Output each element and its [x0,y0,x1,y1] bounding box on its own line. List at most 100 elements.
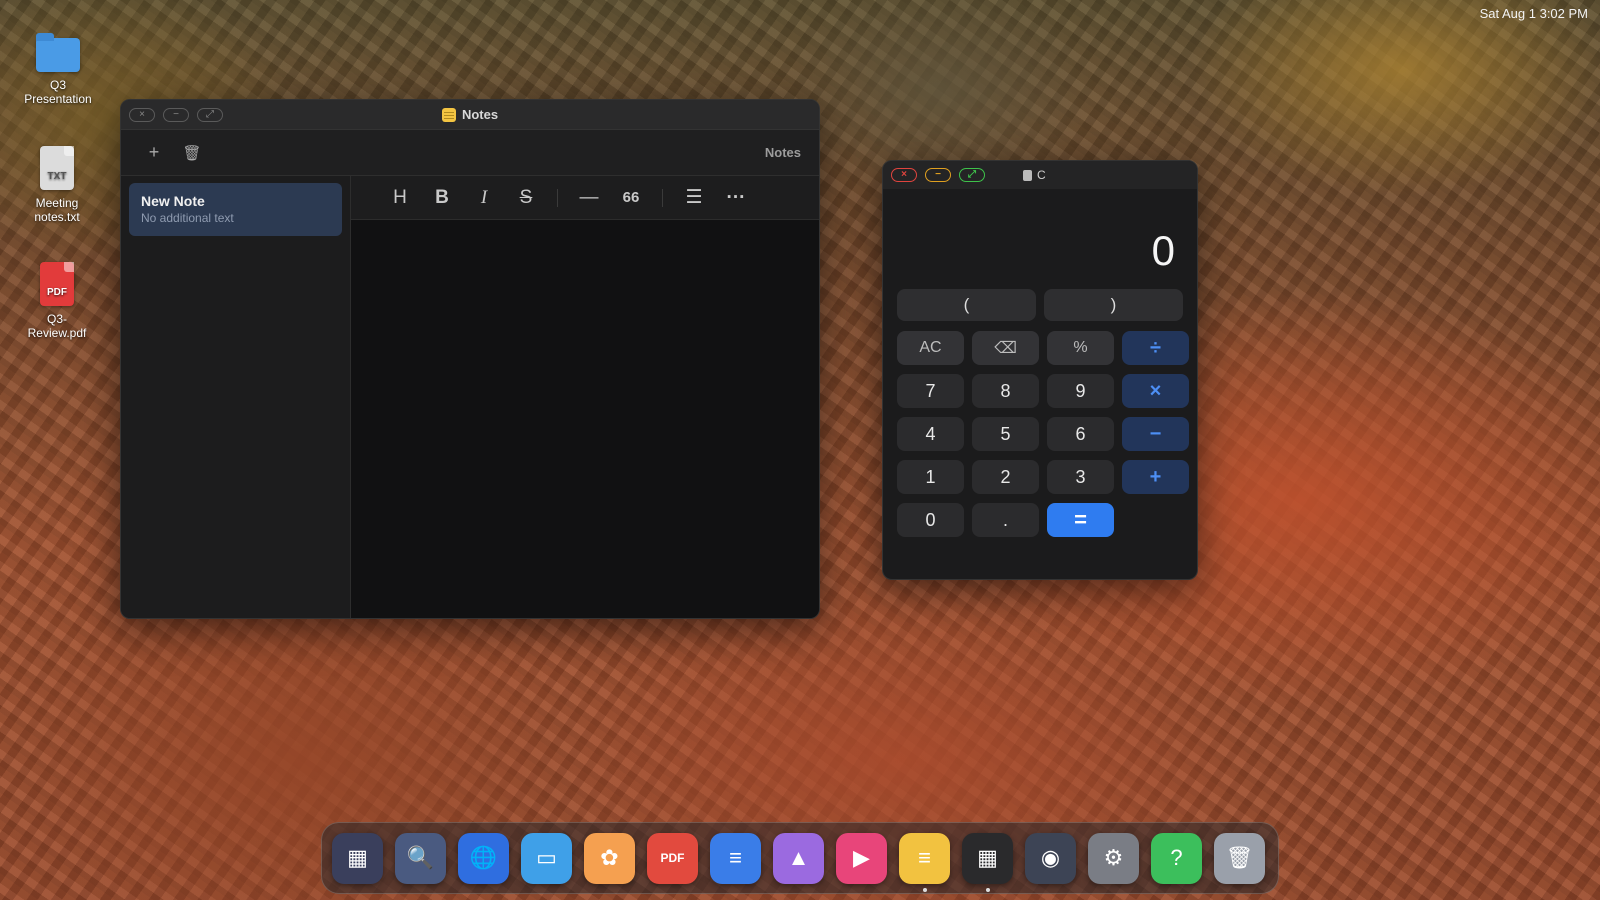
horizontal-rule-button[interactable]: — [568,183,610,213]
new-note-button[interactable]: + [139,138,169,168]
toolbar-divider [557,188,558,207]
digit-8-button[interactable]: 8 [972,374,1039,408]
subtract-button[interactable]: − [1122,417,1189,451]
window-title: Notes [121,107,819,122]
note-text-area[interactable] [351,220,819,618]
dock-item-settings[interactable]: ⚙ [1088,832,1139,884]
add-button[interactable]: + [1122,460,1189,494]
dock-item-help[interactable]: ? [1151,832,1202,884]
percent-button[interactable]: % [1047,331,1114,365]
bullet-list-icon: ☰ [685,187,703,208]
close-icon: × [901,169,907,180]
dock-item-search[interactable]: 🔍 [395,832,446,884]
digit-3-button[interactable]: 3 [1047,460,1114,494]
close-window-button[interactable]: × [129,107,155,122]
toolbar-divider [662,188,663,207]
digit-9-button[interactable]: 9 [1047,374,1114,408]
calculator-window: × − ⤢ C 0 ( ) AC ⌫ % ÷ 7 8 9 × 4 5 6 − 1… [882,160,1198,580]
settings-icon: ⚙ [1103,845,1124,870]
notes-app-icon [441,107,456,122]
notes-list: New Note No additional text [121,176,351,618]
plus-icon: + [148,142,160,162]
heading-icon: H [393,186,407,208]
close-icon: × [139,108,145,120]
dock-item-browser[interactable]: 🌐 [458,832,509,884]
notes-titlebar[interactable]: × − ⤢ Notes [121,100,819,130]
desktop-icon-q3-presentation[interactable]: Q3 Presentation [15,33,101,106]
digit-4-button[interactable]: 4 [897,417,964,451]
files-icon: ▭ [536,845,557,870]
dock-item-notes-app[interactable]: ≡ [899,832,950,892]
italic-button[interactable]: I [463,183,505,213]
horizontal-rule-icon: — [579,186,599,208]
maximize-window-button[interactable]: ⤢ [197,107,223,122]
desktop-icon-meeting-notes[interactable]: TXT Meeting notes.txt [14,146,100,224]
calculator-icon [1023,169,1032,181]
note-list-item[interactable]: New Note No additional text [129,183,342,236]
minimize-icon: − [935,169,941,180]
desktop-icon-label: Q3- Review.pdf [27,312,87,340]
backspace-button[interactable]: ⌫ [972,331,1039,365]
dock-item-gallery[interactable]: ▲ [773,832,824,884]
pdf-file-icon: PDF [40,262,74,306]
format-toolbar: H B I S — 66 ☰ ··· [351,176,819,220]
camera-icon: ◉ [1040,845,1061,870]
help-icon: ? [1170,845,1183,870]
menu-bar-clock[interactable]: Sat Aug 1 3:02 PM [1480,6,1588,21]
browser-icon: 🌐 [469,845,498,870]
heading-button[interactable]: H [379,183,421,213]
digit-6-button[interactable]: 6 [1047,417,1114,451]
more-options-button[interactable]: ··· [715,183,757,213]
gallery-icon: ▲ [787,845,810,870]
txt-file-icon: TXT [40,146,74,190]
dock-item-trash[interactable]: 🗑 [1214,832,1265,884]
notes-window: × − ⤢ Notes + 🗑 Notes New Note No additi… [120,99,820,619]
launchpad-icon: ▦ [347,845,368,870]
trash-icon: 🗑 [182,144,202,162]
dock: ▦ 🔍 🌐 ▭ ✿ PDF ≡ ▲ ▶ ≡ ▦ ◉ ⚙? 🗑 [321,822,1279,894]
close-paren-button[interactable]: ) [1044,289,1183,321]
delete-note-button[interactable]: 🗑 [177,138,207,168]
strikethrough-button[interactable]: S [505,183,547,213]
dock-item-media-player[interactable]: ▶ [836,832,887,884]
desktop-icon-q3-review[interactable]: PDF Q3- Review.pdf [14,262,100,340]
quote-icon: 66 [622,189,640,206]
digit-1-button[interactable]: 1 [897,460,964,494]
italic-icon: I [480,186,488,208]
digit-7-button[interactable]: 7 [897,374,964,408]
dock-item-pdf[interactable]: PDF [647,832,698,884]
dock-item-camera[interactable]: ◉ [1025,832,1076,884]
open-paren-button[interactable]: ( [897,289,1036,321]
dock-item-docs[interactable]: ≡ [710,832,761,884]
strikethrough-icon: S [519,186,533,208]
digit-0-button[interactable]: 0 [897,503,964,537]
decimal-button[interactable]: . [972,503,1039,537]
divide-button[interactable]: ÷ [1122,331,1189,365]
window-title: C [1023,168,1046,182]
breadcrumb: Notes [764,145,801,160]
maximize-window-button[interactable]: ⤢ [959,168,985,182]
calculator-titlebar[interactable]: × − ⤢ C [883,161,1197,189]
quote-button[interactable]: 66 [610,183,652,213]
bullet-list-button[interactable]: ☰ [673,183,715,213]
photos-icon: ✿ [600,845,619,870]
bold-button[interactable]: B [421,183,463,213]
desktop-icon-label: Q3 Presentation [24,78,92,106]
dock-item-launchpad[interactable]: ▦ [332,832,383,884]
backspace-icon: ⌫ [994,340,1017,357]
all-clear-button[interactable]: AC [897,331,964,365]
multiply-button[interactable]: × [1122,374,1189,408]
equals-button[interactable]: = [1047,503,1114,537]
minimize-window-button[interactable]: − [163,107,189,122]
dock-item-photos[interactable]: ✿ [584,832,635,884]
close-window-button[interactable]: × [891,168,917,182]
dock-item-files[interactable]: ▭ [521,832,572,884]
pdf-icon: PDF [660,851,685,865]
dock-item-calculator[interactable]: ▦ [962,832,1013,892]
minimize-icon: − [173,108,179,120]
search-icon: 🔍 [406,845,435,870]
media-player-icon: ▶ [853,845,870,870]
minimize-window-button[interactable]: − [925,168,951,182]
digit-5-button[interactable]: 5 [972,417,1039,451]
digit-2-button[interactable]: 2 [972,460,1039,494]
